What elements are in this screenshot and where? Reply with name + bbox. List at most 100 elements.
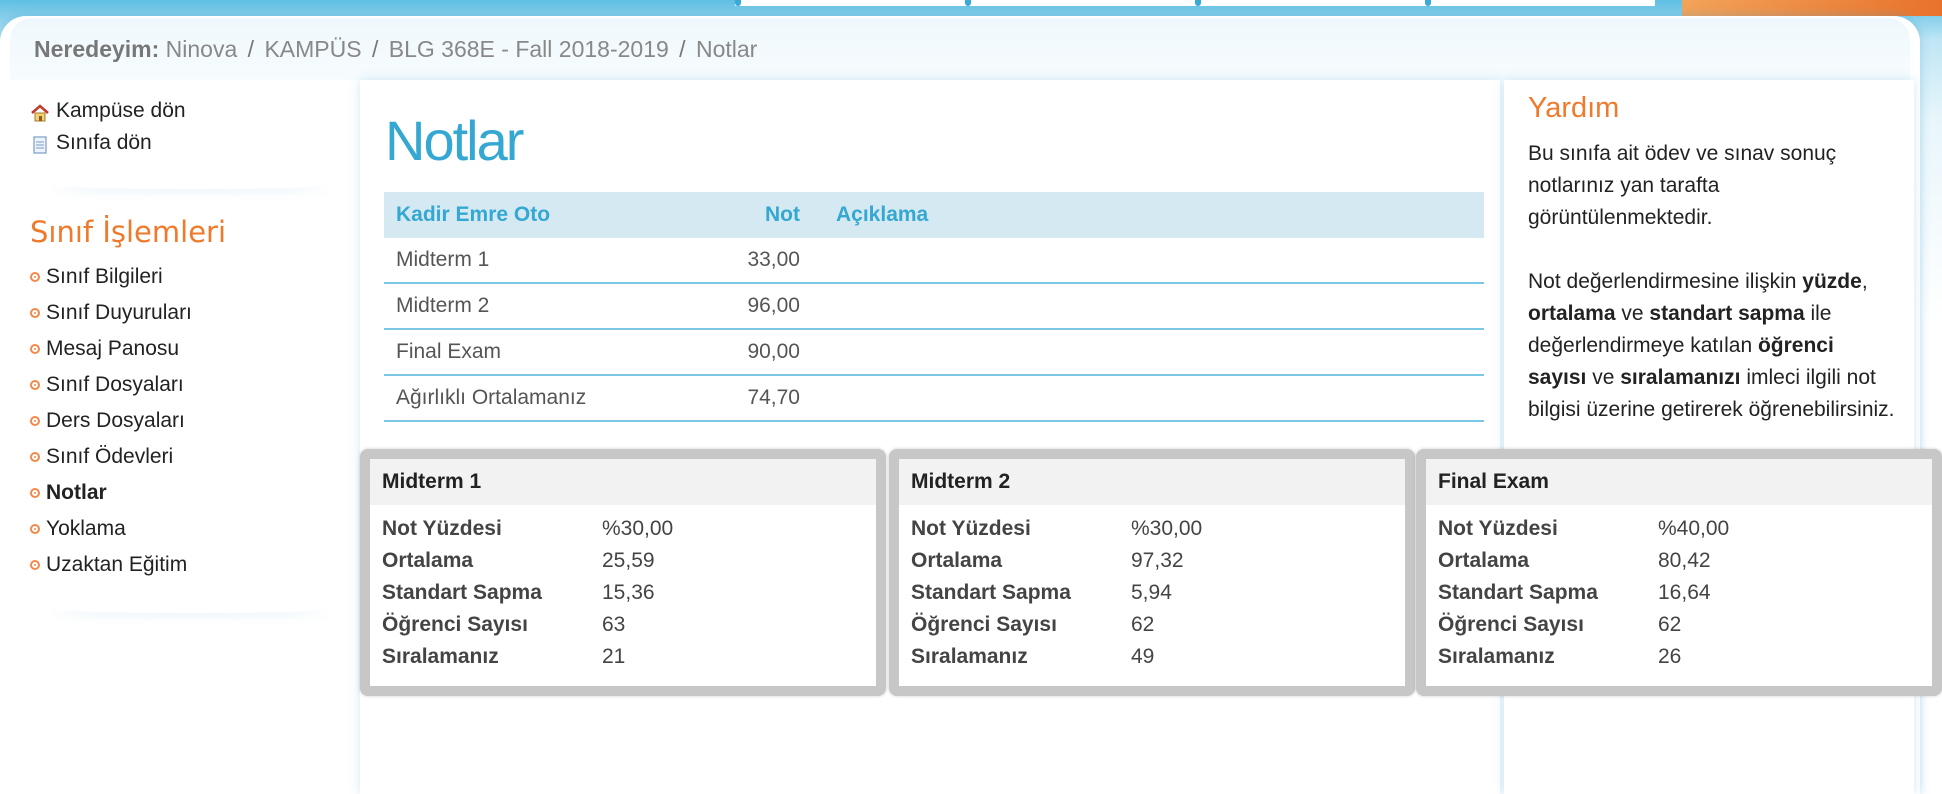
bullet-icon bbox=[30, 524, 40, 534]
row-name: Final Exam bbox=[384, 329, 698, 376]
popup-label: Ortalama bbox=[1438, 549, 1530, 572]
row-grade: 90,00 bbox=[698, 329, 812, 376]
breadcrumb-link-kampus[interactable]: KAMPÜS bbox=[264, 36, 361, 62]
table-row[interactable]: Midterm 1 33,00 bbox=[384, 238, 1484, 284]
popup-row: Sıralamanız 49 bbox=[911, 641, 1393, 673]
help-text-fragment: , bbox=[1861, 270, 1868, 293]
popup-value: 25,59 bbox=[602, 549, 655, 572]
row-grade: 33,00 bbox=[698, 238, 812, 284]
popup-title: Midterm 1 bbox=[370, 459, 876, 505]
popup-row: Sıralamanız 26 bbox=[1438, 641, 1920, 673]
help-text-emphasis: standart sapma bbox=[1649, 302, 1805, 325]
popup-label: Standart Sapma bbox=[382, 581, 542, 604]
bullet-icon bbox=[30, 488, 40, 498]
popup-value: 26 bbox=[1658, 645, 1682, 668]
sidebar-item-label: Mesaj Panosu bbox=[46, 337, 180, 360]
sidebar-item-label: Yoklama bbox=[46, 517, 126, 540]
help-paragraph-2: Not değerlendirmesine ilişkin yüzde, ort… bbox=[1528, 266, 1898, 426]
sidebar-section-title: Sınıf İşlemleri bbox=[30, 215, 227, 249]
popup-title: Midterm 2 bbox=[899, 459, 1405, 505]
quicklink-sinifa-don[interactable]: Sınıfa dön bbox=[30, 127, 350, 159]
sidebar-divider bbox=[50, 603, 330, 613]
sidebar-item-yoklama[interactable]: Yoklama bbox=[30, 511, 350, 547]
breadcrumb-separator: / bbox=[247, 36, 255, 62]
breadcrumb-separator: / bbox=[371, 36, 379, 62]
popup-row: Standart Sapma 15,36 bbox=[382, 577, 864, 609]
breadcrumb-current: Notlar bbox=[695, 36, 758, 62]
popup-value: 62 bbox=[1131, 613, 1155, 636]
popup-row: Ortalama 80,42 bbox=[1438, 545, 1920, 577]
help-paragraph-1: Bu sınıfa ait ödev ve sınav sonuç notlar… bbox=[1528, 142, 1837, 229]
quicklink-label: Kampüse dön bbox=[56, 99, 186, 122]
popup-row: Standart Sapma 5,94 bbox=[911, 577, 1393, 609]
table-row[interactable]: Final Exam 90,00 bbox=[384, 329, 1484, 376]
popup-label: Not Yüzdesi bbox=[1438, 517, 1558, 540]
popup-row: Sıralamanız 21 bbox=[382, 641, 864, 673]
row-note bbox=[812, 283, 1484, 330]
bullet-icon bbox=[30, 272, 40, 282]
row-name: Midterm 1 bbox=[384, 238, 698, 284]
breadcrumb-separator: / bbox=[679, 36, 686, 62]
sidebar-item-label: Sınıf Bilgileri bbox=[46, 265, 163, 288]
popup-value: %40,00 bbox=[1658, 517, 1730, 540]
sidebar-item-uzaktan-egitim[interactable]: Uzaktan Eğitim bbox=[30, 547, 350, 583]
page-title: Notlar bbox=[385, 109, 524, 172]
popup-value: 5,94 bbox=[1131, 581, 1172, 604]
sidebar-item-label: Sınıf Duyuruları bbox=[46, 301, 192, 324]
popup-row: Ortalama 97,32 bbox=[911, 545, 1393, 577]
sidebar-item-sinif-dosyalari[interactable]: Sınıf Dosyaları bbox=[30, 367, 350, 403]
popup-row: Öğrenci Sayısı 63 bbox=[382, 609, 864, 641]
popup-value: 16,64 bbox=[1658, 581, 1711, 604]
sidebar-item-sinif-duyurulari[interactable]: Sınıf Duyuruları bbox=[30, 295, 350, 331]
popup-value: 21 bbox=[602, 645, 626, 668]
sidebar-item-sinif-bilgileri[interactable]: Sınıf Bilgileri bbox=[30, 259, 350, 295]
bullet-icon bbox=[30, 380, 40, 390]
bullet-icon bbox=[30, 344, 40, 354]
popup-label: Not Yüzdesi bbox=[382, 517, 502, 540]
home-icon bbox=[30, 101, 50, 122]
sidebar-item-mesaj-panosu[interactable]: Mesaj Panosu bbox=[30, 331, 350, 367]
popup-label: Standart Sapma bbox=[911, 581, 1071, 604]
popup-row: Not Yüzdesi %30,00 bbox=[911, 513, 1393, 545]
popup-row: Öğrenci Sayısı 62 bbox=[1438, 609, 1920, 641]
grades-table: Kadir Emre Oto Not Açıklama Midterm 1 33… bbox=[384, 192, 1484, 422]
column-header-description: Açıklama bbox=[812, 192, 1484, 238]
row-name: Ağırlıklı Ortalamanız bbox=[384, 375, 698, 422]
header-decoration bbox=[735, 0, 1655, 6]
popup-label: Öğrenci Sayısı bbox=[382, 613, 528, 636]
sidebar-item-ders-dosyalari[interactable]: Ders Dosyaları bbox=[30, 403, 350, 439]
popup-label: Sıralamanız bbox=[911, 645, 1028, 668]
popup-label: Standart Sapma bbox=[1438, 581, 1598, 604]
popup-row: Not Yüzdesi %30,00 bbox=[382, 513, 864, 545]
quicklink-kampuse-don[interactable]: Kampüse dön bbox=[30, 95, 350, 127]
sidebar-item-notlar[interactable]: Notlar bbox=[30, 475, 350, 511]
popup-label: Öğrenci Sayısı bbox=[1438, 613, 1584, 636]
row-grade: 74,70 bbox=[698, 375, 812, 422]
row-name: Midterm 2 bbox=[384, 283, 698, 330]
sidebar-item-label: Sınıf Dosyaları bbox=[46, 373, 184, 396]
row-note bbox=[812, 375, 1484, 422]
help-panel-viewport: Yardım Bu sınıfa ait ödev ve sınav sonuç… bbox=[1504, 80, 1914, 448]
breadcrumb-link-course[interactable]: BLG 368E - Fall 2018-2019 bbox=[389, 36, 669, 62]
bullet-icon bbox=[30, 452, 40, 462]
breadcrumb-link-ninova[interactable]: Ninova bbox=[166, 36, 238, 62]
help-text-fragment: ve bbox=[1586, 366, 1621, 389]
popup-value: 62 bbox=[1658, 613, 1682, 636]
table-row[interactable]: Midterm 2 96,00 bbox=[384, 283, 1484, 330]
popup-value: 15,36 bbox=[602, 581, 655, 604]
sidebar-item-sinif-odevleri[interactable]: Sınıf Ödevleri bbox=[30, 439, 350, 475]
row-note bbox=[812, 238, 1484, 284]
help-text-fragment: ve bbox=[1615, 302, 1650, 325]
quicklink-label: Sınıfa dön bbox=[56, 131, 152, 154]
popup-label: Sıralamanız bbox=[382, 645, 499, 668]
bullet-icon bbox=[30, 416, 40, 426]
notepad-icon bbox=[30, 133, 50, 154]
popup-row: Standart Sapma 16,64 bbox=[1438, 577, 1920, 609]
row-grade: 96,00 bbox=[698, 283, 812, 330]
grade-stats-popup-midterm-2: Midterm 2 Not Yüzdesi %30,00 Ortalama 97,3… bbox=[889, 449, 1415, 696]
sidebar: Kampüse dön Sınıfa dön Sınıf İşlemleri S… bbox=[30, 95, 350, 613]
breadcrumb-lead: Neredeyim: bbox=[34, 36, 160, 62]
popup-value: %30,00 bbox=[602, 517, 674, 540]
table-row[interactable]: Ağırlıklı Ortalamanız 74,70 bbox=[384, 375, 1484, 422]
popup-title: Final Exam bbox=[1426, 459, 1932, 505]
